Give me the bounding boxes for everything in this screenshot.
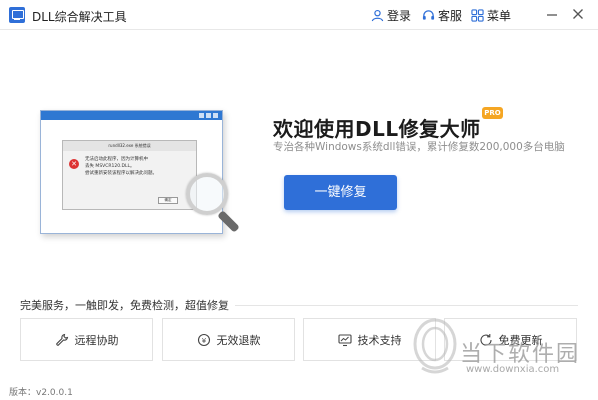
close-icon[interactable] xyxy=(571,7,585,21)
dialog-line: 无法启动此程序，因为计算机中 xyxy=(85,157,148,162)
menu-button[interactable]: 菜单 xyxy=(471,7,511,23)
login-button[interactable]: 登录 xyxy=(371,7,411,23)
app-title: DLL综合解决工具 xyxy=(32,10,127,24)
grid-icon xyxy=(471,8,484,22)
app-logo-icon xyxy=(9,7,25,23)
minimize-icon[interactable] xyxy=(545,7,559,21)
service-label: 无效退款 xyxy=(216,333,261,347)
service-label: 技术支持 xyxy=(357,333,402,347)
window-mockup: rundll32.exe 系统错误 ✕ 无法启动此程序，因为计算机中 丢失 MS… xyxy=(40,110,223,234)
window-mockup-titlebar xyxy=(41,111,222,120)
magnifier-icon xyxy=(186,173,228,215)
service-refund[interactable]: ¥ 无效退款 xyxy=(162,318,295,361)
subtitle: 专治各种Windows系统dll错误，累计修复数200,000多台电脑 xyxy=(273,141,565,153)
page-title: 欢迎使用DLL修复大师 xyxy=(273,117,481,141)
refund-icon: ¥ xyxy=(197,333,210,346)
dialog-line: 丢失 MSVCR120.DLL。 xyxy=(85,164,135,169)
error-dialog: rundll32.exe 系统错误 ✕ 无法启动此程序，因为计算机中 丢失 MS… xyxy=(62,140,197,210)
dialog-title: rundll32.exe 系统错误 xyxy=(63,141,196,151)
wrench-icon xyxy=(55,333,68,346)
customer-service-button[interactable]: 客服 xyxy=(422,7,462,23)
services-caption: 完美服务，一触即发，免费检测，超值修复 xyxy=(20,297,235,313)
dialog-line: 尝试重新安装该程序以解决此问题。 xyxy=(85,171,157,176)
headset-icon xyxy=(422,9,435,20)
service-label: 客服 xyxy=(438,8,463,23)
title-bar: DLL综合解决工具 登录 客服 菜单 xyxy=(0,0,598,30)
watermark-logo-icon xyxy=(413,318,457,374)
error-illustration: rundll32.exe 系统错误 ✕ 无法启动此程序，因为计算机中 丢失 MS… xyxy=(40,110,240,244)
version-label: 版本：v2.0.0.1 xyxy=(9,388,73,398)
service-remote-assist[interactable]: 远程协助 xyxy=(20,318,153,361)
service-label: 远程协助 xyxy=(74,333,119,347)
one-click-repair-button[interactable]: 一键修复 xyxy=(284,175,397,210)
user-icon xyxy=(371,9,384,21)
svg-text:¥: ¥ xyxy=(201,337,206,345)
watermark-url: www.downxia.com xyxy=(466,364,560,375)
login-label: 登录 xyxy=(387,8,412,23)
monitor-chart-icon xyxy=(337,333,352,346)
dialog-text: 无法启动此程序，因为计算机中 丢失 MSVCR120.DLL。 尝试重新安装该程… xyxy=(85,156,157,177)
error-icon: ✕ xyxy=(69,159,79,169)
menu-label: 菜单 xyxy=(487,8,512,23)
pro-badge: PRO xyxy=(482,107,503,119)
dialog-ok-button: 确定 xyxy=(158,197,178,204)
